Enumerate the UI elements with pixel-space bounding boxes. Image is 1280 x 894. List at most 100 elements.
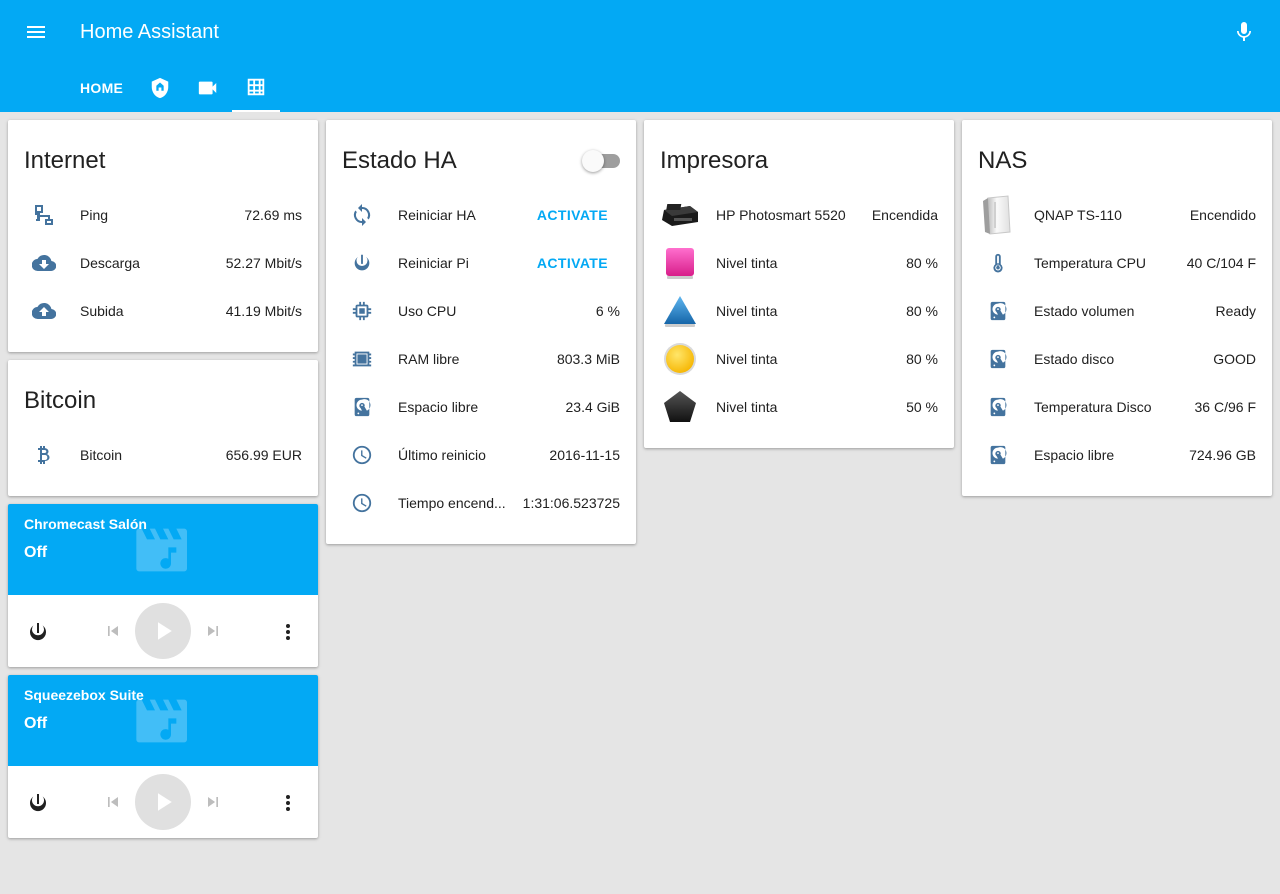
entity-value: 80 % <box>906 351 938 367</box>
entity-value: 41.19 Mbit/s <box>225 303 302 319</box>
media-player-state: Off <box>24 544 48 561</box>
entity-name: Reiniciar Pi <box>398 255 469 271</box>
entity-row-ink-black[interactable]: Nivel tinta 50 % <box>660 383 938 431</box>
entity-row-reiniciar-pi: Reiniciar Pi ACTIVATE <box>342 239 620 287</box>
entity-value: 23.4 GiB <box>565 399 620 415</box>
card-title: Estado HA <box>342 147 457 174</box>
impresora-card: Impresora HP Photosmart 5520 Encendida N… <box>644 120 954 448</box>
activate-button[interactable]: ACTIVATE <box>525 255 620 271</box>
entity-value: 72.69 ms <box>244 207 302 223</box>
harddisk-icon <box>342 387 382 427</box>
entity-value: 803.3 MiB <box>556 351 620 367</box>
entity-row-bitcoin[interactable]: Bitcoin 656.99 EUR <box>24 431 302 479</box>
entity-row-ping[interactable]: Ping 72.69 ms <box>24 191 302 239</box>
play-button[interactable] <box>135 603 191 659</box>
app-header: Home Assistant HOME <box>0 0 1280 112</box>
entity-row-temperatura-cpu[interactable]: Temperatura CPU 40 C/104 F <box>978 239 1256 287</box>
tab-grid[interactable] <box>232 64 280 112</box>
entity-value: 2016-11-15 <box>549 447 620 463</box>
entity-row-tiempo-encendido[interactable]: Tiempo encend... 1:31:06.523725 <box>342 479 620 527</box>
entity-name: Espacio libre <box>1034 447 1115 463</box>
entity-row-ink-cyan[interactable]: Nivel tinta 80 % <box>660 287 938 335</box>
entity-name: Temperatura CPU <box>1034 255 1147 271</box>
harddisk-icon <box>978 435 1018 475</box>
view-tabs: HOME <box>80 64 280 112</box>
entity-value: 1:31:06.523725 <box>522 495 620 511</box>
media-player-card: Chromecast Salón Off <box>8 504 318 667</box>
previous-track-button[interactable] <box>101 790 125 814</box>
more-options-button[interactable] <box>276 616 300 648</box>
entity-name: Tiempo encend... <box>398 495 506 511</box>
cloud-download-icon <box>24 243 64 283</box>
power-button[interactable] <box>22 616 54 648</box>
entity-name: RAM libre <box>398 351 460 367</box>
entity-row-temperatura-disco[interactable]: Temperatura Disco 36 C/96 F <box>978 383 1256 431</box>
entity-value: 80 % <box>906 255 938 271</box>
estado-ha-card: Estado HA Reiniciar HA ACTIVATE Reinicia… <box>326 120 636 544</box>
menu-icon[interactable] <box>20 16 52 48</box>
tab-home[interactable]: HOME <box>80 64 123 112</box>
entity-row-qnap[interactable]: QNAP TS-110 Encendido <box>978 191 1256 239</box>
more-options-button[interactable] <box>276 787 300 819</box>
card-title: Bitcoin <box>24 387 97 414</box>
skip-previous-icon <box>108 797 118 807</box>
next-track-button[interactable] <box>201 619 225 643</box>
power-icon <box>30 794 46 812</box>
bitcoin-card: Bitcoin Bitcoin 656.99 EUR <box>8 360 318 496</box>
entity-name: HP Photosmart 5520 <box>716 207 846 223</box>
skip-next-icon <box>208 797 218 807</box>
restart-icon <box>342 195 382 235</box>
power-button[interactable] <box>22 787 54 819</box>
entity-name: Descarga <box>80 255 140 271</box>
entity-name: Uso CPU <box>398 303 457 319</box>
previous-track-button[interactable] <box>101 619 125 643</box>
entity-row-ink-yellow[interactable]: Nivel tinta 80 % <box>660 335 938 383</box>
entity-row-estado-volumen[interactable]: Estado volumen Ready <box>978 287 1256 335</box>
thermometer-icon <box>978 243 1018 283</box>
entity-row-printer[interactable]: HP Photosmart 5520 Encendida <box>660 191 938 239</box>
entity-row-reiniciar-ha: Reiniciar HA ACTIVATE <box>342 191 620 239</box>
entity-row-ink-magenta[interactable]: Nivel tinta 80 % <box>660 239 938 287</box>
media-player-name: Squeezebox Suite <box>24 687 144 703</box>
play-icon <box>158 793 172 811</box>
estado-ha-toggle[interactable] <box>582 150 620 172</box>
entity-row-descarga[interactable]: Descarga 52.27 Mbit/s <box>24 239 302 287</box>
entity-value: Encendido <box>1189 207 1256 223</box>
entity-name: Bitcoin <box>80 447 123 463</box>
media-player-state: Off <box>24 715 48 732</box>
entity-value: 80 % <box>906 303 938 319</box>
entity-row-uso-cpu[interactable]: Uso CPU 6 % <box>342 287 620 335</box>
next-track-button[interactable] <box>201 790 225 814</box>
entity-name: Nivel tinta <box>716 255 778 271</box>
entity-value: GOOD <box>1213 351 1256 367</box>
nas-card: NAS QNAP TS-110 Encendido Temperatura CP… <box>962 120 1272 496</box>
entity-value: 6 % <box>595 303 620 319</box>
cloud-upload-icon <box>24 291 64 331</box>
entity-value: 40 C/104 F <box>1186 255 1256 271</box>
entity-row-ultimo-reinicio[interactable]: Último reinicio 2016-11-15 <box>342 431 620 479</box>
entity-name: Nivel tinta <box>716 399 778 415</box>
card-title: NAS <box>978 147 1028 174</box>
tab-security[interactable] <box>136 64 184 112</box>
entity-row-ram-libre[interactable]: RAM libre 803.3 MiB <box>342 335 620 383</box>
entity-value: 36 C/96 F <box>1194 399 1256 415</box>
play-button[interactable] <box>135 774 191 830</box>
entity-name: Temperatura Disco <box>1034 399 1152 415</box>
entity-row-espacio-libre-nas[interactable]: Espacio libre 724.96 GB <box>978 431 1256 479</box>
clock-icon <box>342 435 382 475</box>
entity-row-estado-disco[interactable]: Estado disco GOOD <box>978 335 1256 383</box>
activate-button[interactable]: ACTIVATE <box>525 207 620 223</box>
entity-row-subida[interactable]: Subida 41.19 Mbit/s <box>24 287 302 335</box>
app-title: Home Assistant <box>80 21 219 43</box>
entity-value: 52.27 Mbit/s <box>225 255 302 271</box>
tab-camera[interactable] <box>184 64 232 112</box>
power-icon <box>342 243 382 283</box>
microphone-icon[interactable] <box>1230 18 1258 46</box>
media-player-name: Chromecast Salón <box>24 516 147 532</box>
harddisk-icon <box>978 339 1018 379</box>
internet-card: Internet Ping 72.69 ms Descarga 52.27 Mb… <box>8 120 318 352</box>
entity-name: Último reinicio <box>398 447 486 463</box>
entity-row-espacio-libre[interactable]: Espacio libre 23.4 GiB <box>342 383 620 431</box>
grid-icon <box>247 78 265 96</box>
ink-black-pentagon <box>660 387 700 427</box>
